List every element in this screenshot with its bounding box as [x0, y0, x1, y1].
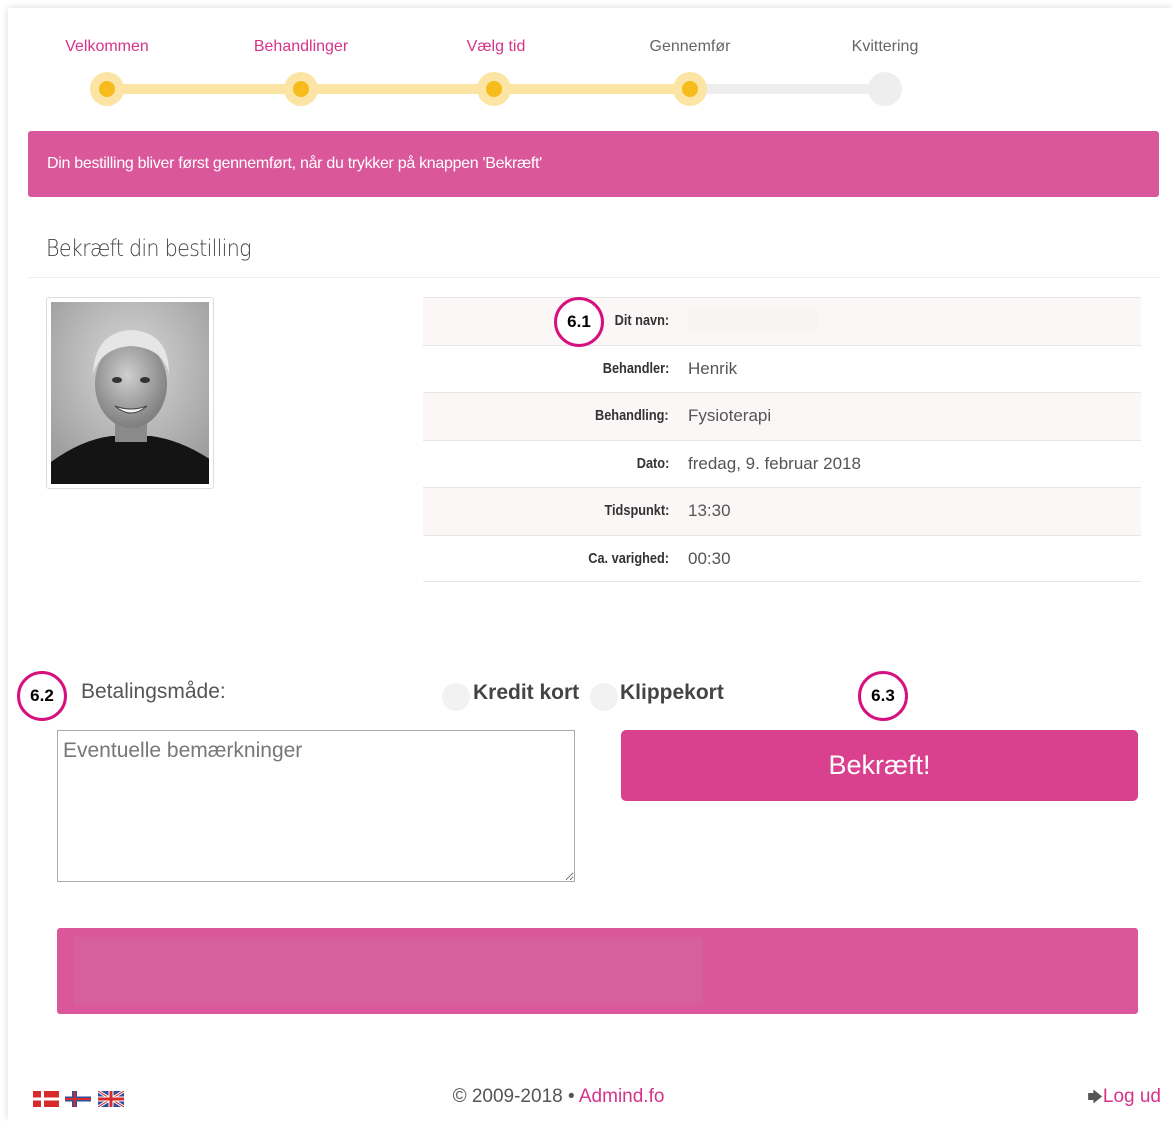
- detail-label: Behandling:: [595, 407, 669, 424]
- detail-label: Behandler:: [602, 359, 669, 377]
- annotation-badge-6-3: 6.3: [858, 671, 908, 721]
- detail-value-duration: 00:30: [688, 548, 731, 568]
- booking-details-table: Dit navn: Behandler: Henrik Behandling: …: [423, 297, 1141, 582]
- therapist-photo: [46, 297, 214, 489]
- logout-link[interactable]: 🡆Log ud: [1087, 1086, 1161, 1112]
- payment-method-label: Betalingsmåde:: [81, 680, 226, 703]
- detail-label: Dato:: [636, 454, 669, 472]
- info-banner: [57, 928, 1138, 1014]
- step-label-kvittering: Kvittering: [851, 38, 919, 55]
- admind-link[interactable]: Admind.fo: [579, 1086, 665, 1107]
- detail-label: Tidspunkt:: [604, 502, 669, 519]
- detail-row-treatment: Behandling: Fysioterapi: [423, 392, 1141, 440]
- step-dot-kvittering: [868, 72, 902, 106]
- step-label-gennemfor: Gennemfør: [649, 38, 731, 55]
- step-dot-velkommen[interactable]: [90, 72, 124, 106]
- copyright-text: © 2009-2018 •: [452, 1086, 579, 1107]
- remarks-textarea[interactable]: [57, 730, 575, 882]
- detail-value-therapist: Henrik: [688, 358, 738, 378]
- detail-value-time: 13:30: [688, 501, 731, 520]
- progress-steps: Velkommen Behandlinger Vælg tid Gennemfø…: [0, 0, 1173, 120]
- detail-value-treatment: Fysioterapi: [688, 406, 772, 425]
- sign-out-icon: 🡆: [1087, 1089, 1103, 1106]
- info-alert: Din bestilling bliver først gennemført, …: [28, 131, 1159, 197]
- step-dot-gennemfor: [673, 72, 707, 106]
- footer-copyright: © 2009-2018 • Admind.fo: [0, 1086, 1117, 1108]
- radio-label-credit-card[interactable]: Kredit kort: [473, 681, 579, 705]
- step-label-behandlinger[interactable]: Behandlinger: [221, 38, 381, 56]
- detail-label: Ca. varighed:: [588, 549, 669, 567]
- annotation-badge-6-1: 6.1: [554, 297, 604, 347]
- confirm-button[interactable]: Bekræft!: [621, 730, 1138, 801]
- detail-value-date: fredag, 9. februar 2018: [688, 453, 861, 473]
- detail-row-time: Tidspunkt: 13:30: [423, 487, 1141, 535]
- step-label-velkommen[interactable]: Velkommen: [27, 38, 187, 56]
- section-divider: [28, 277, 1159, 278]
- detail-label: Dit navn:: [614, 312, 669, 329]
- detail-value-name: [688, 308, 818, 332]
- radio-punch-card[interactable]: [590, 683, 618, 711]
- page-title: Bekræft din bestilling: [46, 236, 252, 262]
- annotation-badge-6-2: 6.2: [17, 671, 67, 721]
- therapist-portrait-image: [51, 302, 209, 484]
- step-label-vaelg-tid[interactable]: Vælg tid: [416, 38, 576, 56]
- radio-label-punch-card[interactable]: Klippekort: [620, 681, 724, 705]
- info-banner-content: [74, 937, 703, 1005]
- detail-row-name: Dit navn:: [423, 297, 1141, 345]
- logout-label: Log ud: [1102, 1086, 1161, 1107]
- step-dot-behandlinger[interactable]: [284, 72, 318, 106]
- detail-row-therapist: Behandler: Henrik: [423, 344, 1141, 393]
- radio-credit-card[interactable]: [442, 683, 470, 711]
- progress-track-todo: [690, 84, 885, 94]
- detail-row-duration: Ca. varighed: 00:30: [423, 534, 1141, 582]
- progress-track-done: [107, 84, 690, 94]
- step-dot-vaelg-tid[interactable]: [477, 72, 511, 106]
- detail-row-date: Dato: fredag, 9. februar 2018: [423, 439, 1141, 488]
